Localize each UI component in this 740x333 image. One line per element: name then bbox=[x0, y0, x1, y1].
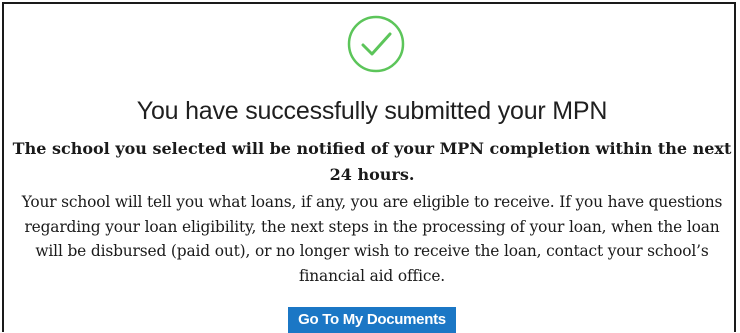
checkmark-circle-icon bbox=[347, 15, 405, 73]
eligibility-line-4: financial aid office. bbox=[298, 266, 446, 285]
go-to-my-documents-button[interactable]: Go To My Documents bbox=[288, 307, 456, 333]
eligibility-line-1: Your school will tell you what loans, if… bbox=[21, 193, 723, 211]
eligibility-info: Your school will tell you what loans, if… bbox=[4, 190, 740, 288]
notification-message: The school you selected will be notified… bbox=[4, 136, 740, 188]
eligibility-line-3: will be disbursed (paid out), or no long… bbox=[35, 242, 709, 260]
notification-line-2: 24 hours. bbox=[329, 165, 415, 184]
confirmation-panel: You have successfully submitted your MPN… bbox=[2, 2, 736, 333]
notification-line-1: The school you selected will be notified… bbox=[12, 139, 732, 158]
success-title: You have successfully submitted your MPN bbox=[136, 97, 608, 125]
eligibility-line-2: regarding your loan eligibility, the nex… bbox=[24, 217, 720, 236]
